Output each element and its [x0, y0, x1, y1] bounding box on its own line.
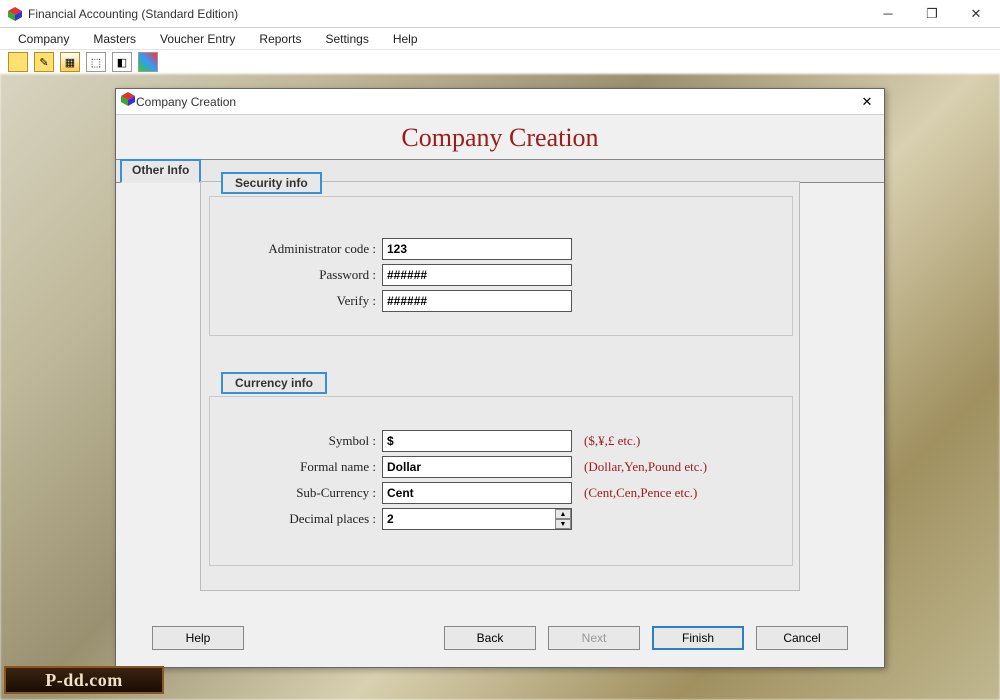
formal-name-label: Formal name :: [222, 459, 382, 475]
next-button: Next: [548, 626, 640, 650]
menu-settings[interactable]: Settings: [313, 30, 380, 48]
maximize-button[interactable]: ❐: [910, 0, 954, 27]
dialog-heading: Company Creation: [116, 115, 884, 159]
toolbar-new-icon[interactable]: [8, 52, 28, 72]
formal-name-input[interactable]: [382, 456, 572, 478]
toolbar-edit-icon[interactable]: ✎: [34, 52, 54, 72]
decimal-places-input[interactable]: [382, 508, 572, 530]
password-input[interactable]: [382, 264, 572, 286]
company-creation-dialog: Company Creation ✕ Company Creation Othe…: [115, 88, 885, 668]
spinner-down-icon[interactable]: ▼: [555, 519, 571, 529]
dialog-icon: [120, 91, 136, 112]
security-info-legend: Security info: [221, 172, 322, 194]
toolbar: ✎ ▦ ⬚ ◧: [0, 50, 1000, 74]
symbol-hint: ($,¥,£ etc.): [584, 433, 640, 449]
dialog-title: Company Creation: [136, 95, 854, 109]
dialog-close-button[interactable]: ✕: [854, 92, 880, 112]
formal-name-hint: (Dollar,Yen,Pound etc.): [584, 459, 707, 475]
password-label: Password :: [222, 267, 382, 283]
sub-currency-hint: (Cent,Cen,Pence etc.): [584, 485, 697, 501]
minimize-button[interactable]: ─: [866, 0, 910, 27]
watermark-badge: P-dd.com: [4, 666, 164, 694]
wizard-button-row: Help Back Next Finish Cancel: [116, 625, 884, 651]
admin-code-input[interactable]: [382, 238, 572, 260]
currency-info-legend: Currency info: [221, 372, 327, 394]
dialog-titlebar: Company Creation ✕: [116, 89, 884, 115]
decimal-places-label: Decimal places :: [222, 511, 382, 527]
toolbar-grid-icon[interactable]: ▦: [60, 52, 80, 72]
cancel-button[interactable]: Cancel: [756, 626, 848, 650]
toolbar-tool4-icon[interactable]: ⬚: [86, 52, 106, 72]
admin-code-label: Administrator code :: [222, 241, 382, 257]
wizard-panel: Security info Administrator code : Passw…: [200, 181, 800, 591]
menu-voucher-entry[interactable]: Voucher Entry: [148, 30, 247, 48]
sub-currency-input[interactable]: [382, 482, 572, 504]
security-info-group: Administrator code : Password : Verify :: [209, 196, 793, 336]
sub-currency-label: Sub-Currency :: [222, 485, 382, 501]
menu-masters[interactable]: Masters: [81, 30, 148, 48]
main-titlebar: Financial Accounting (Standard Edition) …: [0, 0, 1000, 28]
back-button[interactable]: Back: [444, 626, 536, 650]
verify-label: Verify :: [222, 293, 382, 309]
spinner-up-icon[interactable]: ▲: [555, 509, 571, 519]
tab-other-info[interactable]: Other Info: [120, 159, 201, 183]
toolbar-color-icon[interactable]: [138, 52, 158, 72]
menu-help[interactable]: Help: [381, 30, 430, 48]
finish-button[interactable]: Finish: [652, 626, 744, 650]
close-button[interactable]: ✕: [954, 0, 998, 27]
toolbar-tool5-icon[interactable]: ◧: [112, 52, 132, 72]
symbol-input[interactable]: [382, 430, 572, 452]
menu-bar: Company Masters Voucher Entry Reports Se…: [0, 28, 1000, 50]
app-title: Financial Accounting (Standard Edition): [28, 7, 866, 21]
app-icon: [6, 5, 24, 23]
menu-reports[interactable]: Reports: [247, 30, 313, 48]
help-button[interactable]: Help: [152, 626, 244, 650]
currency-info-group: Symbol : ($,¥,£ etc.) Formal name : (Dol…: [209, 396, 793, 566]
symbol-label: Symbol :: [222, 433, 382, 449]
menu-company[interactable]: Company: [6, 30, 81, 48]
verify-input[interactable]: [382, 290, 572, 312]
